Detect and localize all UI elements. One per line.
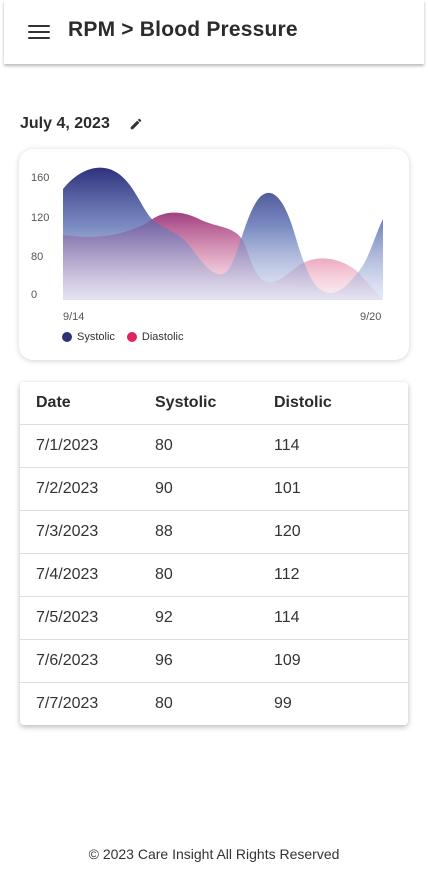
- app-bar: RPM > Blood Pressure: [4, 0, 424, 64]
- cell-systolic: 80: [155, 566, 173, 583]
- cell-diastolic: 101: [274, 480, 301, 497]
- table-row[interactable]: 7/7/2023 80 99: [20, 683, 408, 725]
- table-row[interactable]: 7/6/2023 96 109: [20, 640, 408, 683]
- y-tick-label: 120: [31, 212, 49, 224]
- cell-date: 7/1/2023: [36, 437, 99, 454]
- blood-pressure-chart: 160 120 80 0 9/14 9/20 Systolic Diastoli…: [19, 149, 409, 360]
- cell-diastolic: 112: [274, 566, 300, 583]
- column-header-systolic: Systolic: [155, 394, 217, 411]
- cell-systolic: 90: [155, 480, 173, 497]
- cell-diastolic: 120: [274, 523, 301, 540]
- cell-systolic: 80: [155, 695, 173, 712]
- legend-label: Diastolic: [141, 331, 184, 343]
- y-tick-label: 0: [31, 289, 37, 301]
- cell-date: 7/3/2023: [36, 523, 99, 540]
- cell-diastolic: 114: [274, 609, 300, 626]
- cell-date: 7/7/2023: [36, 695, 99, 712]
- systolic-dot: [62, 332, 72, 342]
- column-header-diastolic: Distolic: [274, 394, 332, 411]
- cell-systolic: 92: [155, 609, 173, 626]
- cell-date: 7/6/2023: [36, 652, 99, 669]
- date-row: July 4, 2023: [20, 112, 144, 136]
- cell-systolic: 80: [155, 437, 173, 454]
- cell-systolic: 96: [155, 652, 173, 669]
- table-row[interactable]: 7/4/2023 80 112: [20, 554, 408, 597]
- date-label: July 4, 2023: [20, 115, 110, 132]
- cell-diastolic: 99: [274, 695, 292, 712]
- table-row[interactable]: 7/5/2023 92 114: [20, 597, 408, 640]
- page-title: RPM > Blood Pressure: [68, 18, 298, 41]
- page: RPM > Blood Pressure July 4, 2023 160 12…: [0, 0, 428, 896]
- cell-diastolic: 109: [274, 652, 301, 669]
- chart-legend: Systolic Diastolic: [62, 331, 195, 343]
- table-row[interactable]: 7/2/2023 90 101: [20, 468, 408, 511]
- readings-table: Date Systolic Distolic 7/1/2023 80 114 7…: [20, 382, 408, 725]
- footer-copyright: © 2023 Care Insight All Rights Reserved: [88, 846, 340, 862]
- pencil-icon[interactable]: [128, 116, 144, 132]
- menu-icon[interactable]: [28, 23, 50, 41]
- cell-date: 7/4/2023: [36, 566, 99, 583]
- x-tick-label: 9/20: [360, 311, 381, 323]
- table-header-row: Date Systolic Distolic: [20, 382, 408, 425]
- table-row[interactable]: 7/3/2023 88 120: [20, 511, 408, 554]
- cell-date: 7/2/2023: [36, 480, 99, 497]
- cell-systolic: 88: [155, 523, 173, 540]
- y-tick-label: 160: [31, 172, 49, 184]
- column-header-date: Date: [36, 394, 71, 411]
- chart-svg: 160 120 80 0 9/14 9/20: [31, 167, 383, 323]
- y-tick-label: 80: [31, 251, 43, 263]
- cell-date: 7/5/2023: [36, 609, 99, 626]
- diastolic-dot: [126, 332, 137, 342]
- legend-item-diastolic: Diastolic: [126, 331, 184, 343]
- legend-label: Systolic: [77, 331, 115, 343]
- table-row[interactable]: 7/1/2023 80 114: [20, 425, 408, 468]
- x-tick-label: 9/14: [63, 311, 84, 323]
- cell-diastolic: 114: [274, 437, 300, 454]
- legend-item-systolic: Systolic: [62, 331, 115, 343]
